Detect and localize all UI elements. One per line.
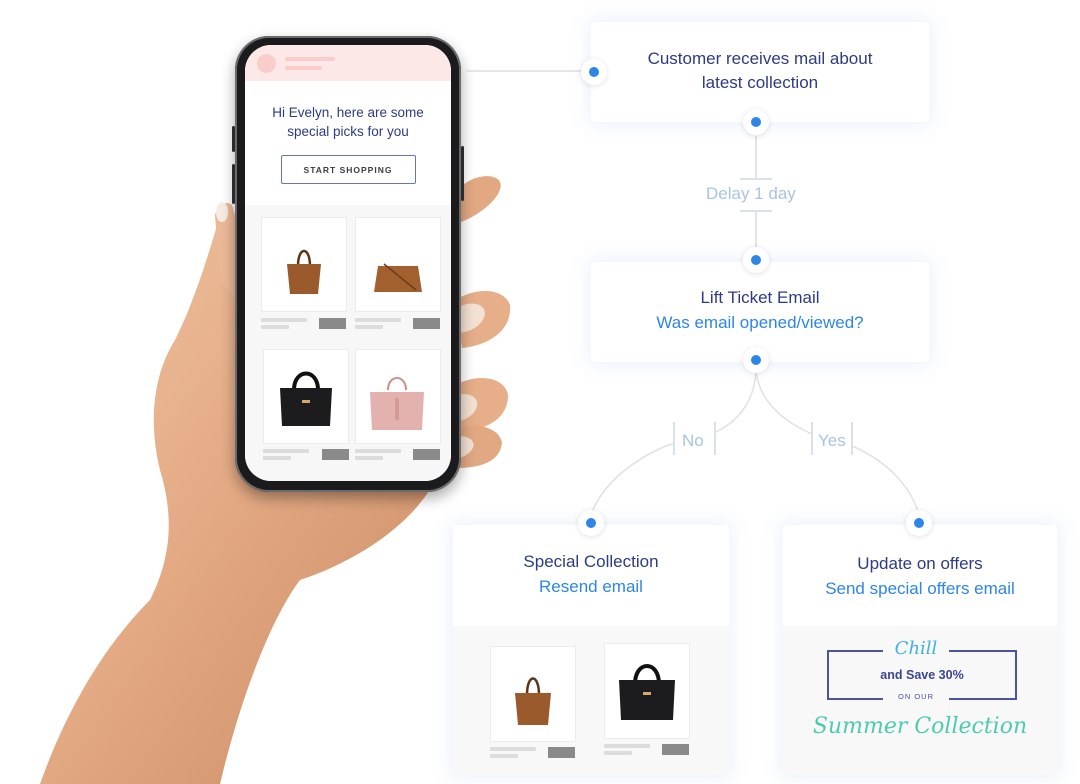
yes-node-input-port[interactable] [906, 510, 932, 536]
title-line: latest collection [701, 73, 819, 92]
yes-node-subtitle: Send special offers email [825, 579, 1015, 598]
branch-tick [851, 422, 853, 455]
no-branch-connector [591, 442, 675, 513]
title-line: Customer receives mail about [647, 49, 873, 68]
start-node-title: Customer receives mail about latest coll… [591, 47, 929, 95]
product-card [604, 643, 690, 739]
yes-branch-connector [851, 445, 919, 513]
no-node-input-port[interactable] [578, 510, 604, 536]
start-node-input-port[interactable] [581, 59, 607, 85]
branch-yes-label: Yes [818, 431, 846, 450]
offer-headline: Chill [894, 638, 938, 659]
brown-tote-bag-icon [515, 677, 551, 725]
decision-node-title: Lift Ticket Email [700, 288, 820, 307]
offer-discount: and Save 30% [880, 668, 964, 682]
product-price-placeholder [548, 747, 575, 758]
start-node-output-port[interactable] [743, 109, 769, 135]
start-node[interactable]: Customer receives mail about latest coll… [591, 22, 929, 122]
product-price-placeholder [662, 744, 689, 755]
delay-tick [740, 210, 772, 212]
decision-node-subtitle: Was email opened/viewed? [656, 313, 864, 332]
delay-label: Delay 1 day [706, 184, 796, 203]
decision-node-input-port[interactable] [743, 247, 769, 273]
branch-no-label: No [682, 431, 704, 450]
resend-email-preview [453, 626, 729, 775]
no-node-title: Special Collection [523, 552, 659, 571]
yes-node-title: Update on offers [857, 554, 983, 573]
no-branch-node[interactable]: Special Collection Resend email [453, 525, 729, 775]
black-satchel-bag-icon [619, 664, 675, 720]
no-branch-connector [715, 371, 757, 433]
branch-tick [673, 422, 675, 455]
offer-connector-text: ON OUR [898, 692, 934, 701]
yes-branch-node[interactable]: Update on offers Send special offers ema… [783, 525, 1057, 775]
yes-branch-connector [755, 371, 813, 435]
branch-tick [811, 422, 813, 455]
branch-tick [714, 422, 716, 455]
delay-tick [740, 178, 772, 180]
no-node-subtitle: Resend email [539, 577, 643, 596]
offer-email-preview: Chill and Save 30% ON OUR Summer Collect… [783, 626, 1057, 775]
decision-node-output-port[interactable] [743, 347, 769, 373]
product-card [490, 646, 576, 742]
offer-collection-text: Summer Collection [812, 714, 1028, 739]
